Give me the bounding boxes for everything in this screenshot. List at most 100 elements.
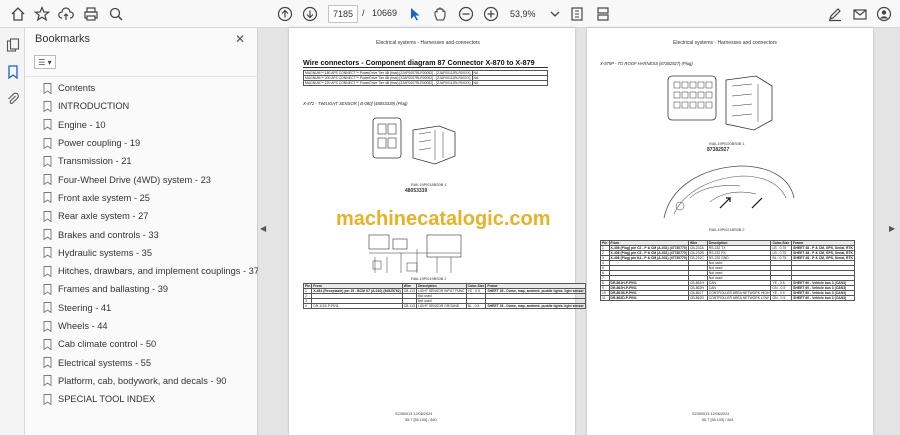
bookmark-item[interactable]: Hydraulic systems - 35 <box>43 244 255 262</box>
harness-drawing <box>367 233 465 275</box>
cell: BL - 0.5 <box>465 303 487 309</box>
cloud-upload-icon[interactable] <box>56 4 76 24</box>
cell: CONTROLLER AREA NETWORK HIGH <box>706 290 772 296</box>
divider <box>25 76 258 77</box>
bookmark-options-button[interactable]: ☰ ▾ <box>34 55 56 69</box>
bookmark-item[interactable]: Brakes and controls - 33 <box>43 225 255 243</box>
model-cell: MAGNUM™ 180 AFS CONNECT™ PowerDrive Tier… <box>303 70 473 76</box>
bookmark-item[interactable]: SPECIAL TOOL INDEX <box>43 390 255 408</box>
previous-page-icon[interactable] <box>275 4 295 24</box>
zoom-in-icon[interactable] <box>481 4 501 24</box>
fit-page-icon[interactable] <box>567 4 587 24</box>
table-row: 4 DR-1102-P-PIN1 CB-113 LIGHT SENSOR GROUND… <box>302 303 586 309</box>
table-row: 3 X-406 (Plug) pin K4 - P & CM (A-031) (4… <box>600 255 855 261</box>
bookmark-icon <box>43 100 52 112</box>
bookmarks-panel-icon[interactable] <box>4 63 21 80</box>
bookmark-icon <box>43 302 52 314</box>
section-title: X-872 - TWILIGHT SENSOR [ B-080] (480533… <box>303 101 408 106</box>
bookmark-item[interactable]: INTRODUCTION <box>43 97 255 115</box>
bookmark-item[interactable]: Wheels - 44 <box>43 317 255 335</box>
bookmark-item[interactable]: Platform, cab, bodywork, and decals - 90 <box>43 372 255 390</box>
bookmark-label: Platform, cab, bodywork, and decals - 90 <box>58 375 227 386</box>
home-icon[interactable] <box>8 4 28 24</box>
cell: CONTROLLER AREA NETWORK LOW <box>706 295 772 301</box>
section-title: X-875P - TO ROOF HARNESS (87382927) (Plu… <box>600 61 693 66</box>
cell: SHEET 60 - Vehicle bus 3 (CAN3) <box>791 280 855 286</box>
page-separator: / <box>362 8 365 18</box>
bookmark-item[interactable]: Hitches, drawbars, and implement couplin… <box>43 262 259 280</box>
pin-table: Pin From Wire Description Color-Size Fra… <box>600 240 855 301</box>
bookmark-label: Rear axle system - 27 <box>58 211 149 222</box>
bookmark-label: Front axle system - 25 <box>58 192 150 203</box>
zoom-level[interactable]: 53,9% <box>510 5 546 23</box>
page-thumbnails-icon[interactable] <box>4 36 21 53</box>
bookmark-item[interactable]: Engine - 10 <box>43 116 255 134</box>
harness-drawing <box>660 158 798 224</box>
zoom-search-icon[interactable] <box>106 4 126 24</box>
title-rule <box>303 67 548 68</box>
bookmark-item[interactable]: Rear axle system - 27 <box>43 207 255 225</box>
hand-tool-icon[interactable] <box>430 4 450 24</box>
cell: SHEET 60 - Vehicle bus 3 (CAN3) <box>791 290 855 296</box>
zoom-dropdown-icon[interactable] <box>545 4 565 24</box>
bookmark-label: Wheels - 44 <box>58 321 108 331</box>
close-icon[interactable]: ✕ <box>233 32 247 46</box>
bookmark-label: Cab climate control - 50 <box>58 339 157 350</box>
bookmark-item[interactable]: Frames and ballasting - 39 <box>43 280 255 298</box>
bookmark-icon <box>43 82 52 94</box>
model-table: MAGNUM™ 180 AFS CONNECT™ PowerDrive Tier… <box>303 70 549 86</box>
column-header: Color-Size <box>770 240 793 246</box>
toolbar: 7185 / 10669 53,9% <box>0 0 900 28</box>
email-icon[interactable] <box>850 4 870 24</box>
cell: SHEET 48 - P & CM, GPS, Serial, RTK <box>791 250 855 256</box>
document-page-left <box>289 28 575 435</box>
scroll-left-arrow-icon[interactable]: ◀ <box>260 224 266 233</box>
bookmark-label: Engine - 10 <box>58 119 106 130</box>
page-header-left: Electrical systems - Harnesses and conne… <box>376 40 480 46</box>
cell: CB-862D <box>687 295 708 301</box>
bookmark-icon <box>43 192 52 204</box>
bookmark-label: Hitches, drawbars, and implement couplin… <box>58 266 260 277</box>
scroll-mode-icon[interactable] <box>593 4 613 24</box>
cell: DR-862D-P-PIN1 <box>608 295 689 301</box>
cell: SHEET 28 - Dome, map, ambient, puddle li… <box>485 288 586 294</box>
bookmark-item[interactable]: Electrical systems - 55 <box>43 353 255 371</box>
bookmark-icon <box>43 320 52 332</box>
bookmark-item[interactable]: Transmission - 21 <box>43 152 255 170</box>
next-page-icon[interactable] <box>300 4 320 24</box>
bookmark-item[interactable]: Contents <box>43 79 255 97</box>
cell: CB-113 <box>401 303 417 309</box>
bookmark-item[interactable]: Front axle system - 25 <box>43 189 255 207</box>
attachments-paperclip-icon[interactable] <box>4 90 21 107</box>
cell: X-406 (Plug) pin K4 - P & CM (A-031) (47… <box>608 255 689 261</box>
account-icon[interactable] <box>874 4 894 24</box>
scroll-right-arrow-icon[interactable]: ▶ <box>889 224 895 233</box>
sign-pen-icon[interactable] <box>825 4 845 24</box>
bookmark-star-icon[interactable] <box>32 4 52 24</box>
bookmark-label: Hydraulic systems - 35 <box>58 247 153 258</box>
bookmarks-panel: Bookmarks ✕ ☰ ▾ Contents INTRODUCTION Engi… <box>25 28 259 435</box>
bookmark-icon <box>43 229 52 241</box>
page-number-input[interactable]: 7185 <box>328 5 358 23</box>
footer-code: S2350013 12/06/2024 <box>692 412 730 416</box>
connector-drawing <box>666 70 776 136</box>
cell: SHEET 28 - Dome, map, ambient, puddle li… <box>485 303 586 309</box>
print-icon[interactable] <box>81 4 101 24</box>
zoom-out-icon[interactable] <box>456 4 476 24</box>
bookmark-item[interactable]: Four-Wheel Drive (4WD) system - 23 <box>43 170 255 188</box>
bookmark-label: Electrical systems - 55 <box>58 357 151 368</box>
bookmark-item[interactable]: Power coupling - 19 <box>43 134 255 152</box>
bookmark-icon <box>43 393 52 405</box>
bookmark-item[interactable]: Cab climate control - 50 <box>43 335 255 353</box>
select-cursor-icon[interactable] <box>405 4 425 24</box>
bookmark-icon <box>43 357 52 369</box>
cell: X-464 (Receptacle) pin 15 - BCM X7 (A-01… <box>311 288 403 294</box>
bookmark-label: Power coupling - 19 <box>58 138 141 149</box>
bookmark-item[interactable]: Steering - 41 <box>43 299 255 317</box>
cell: 4 <box>302 303 313 309</box>
page-title: Wire connectors - Component diagram 87 C… <box>303 58 535 67</box>
cell: SHEET 60 - Vehicle bus 3 (CAN3) <box>791 285 855 291</box>
bookmark-icon <box>43 174 52 186</box>
cell: X-406 (Plug) pin C2 - P & CM (A-031) (47… <box>608 245 689 251</box>
diagram-ref: RAIL19PI021BS0B 2 <box>709 228 745 232</box>
